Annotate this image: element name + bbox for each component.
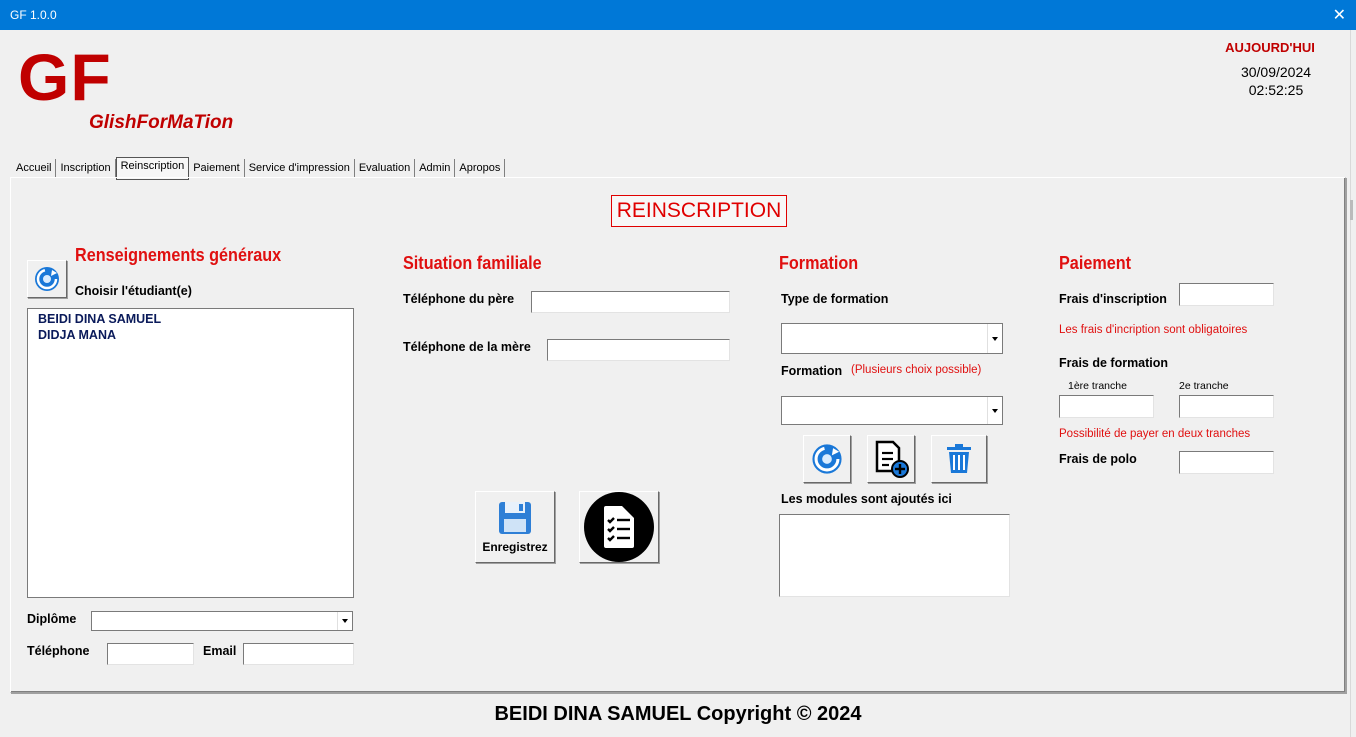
polo-fee-field[interactable] — [1179, 451, 1274, 474]
title-bar: GF 1.0.0 ✕ — [0, 0, 1356, 30]
app-slogan: GlishForMaTion — [89, 112, 234, 133]
formation-select[interactable] — [781, 396, 1003, 425]
save-label: Enregistrez — [482, 540, 548, 554]
add-module-button[interactable] — [867, 435, 915, 483]
training-type-label: Type de formation — [781, 292, 889, 306]
tranche2-field[interactable] — [1179, 395, 1274, 418]
registration-fee-label: Frais d'inscription — [1059, 292, 1167, 306]
app-logo: GF — [18, 40, 112, 114]
tab-accueil[interactable]: Accueil — [12, 159, 57, 178]
current-time: 02:52:25 — [1248, 82, 1304, 98]
scrollbar-thumb[interactable] — [1350, 200, 1353, 220]
modules-label: Les modules sont ajoutés ici — [781, 492, 952, 506]
phone-label: Téléphone — [27, 644, 90, 658]
modules-textarea[interactable] — [779, 514, 1010, 597]
window-title: GF 1.0.0 — [10, 8, 57, 22]
mother-phone-field[interactable] — [547, 339, 730, 361]
tranche2-label: 2e tranche — [1179, 380, 1229, 392]
list-item[interactable]: BEIDI DINA SAMUEL — [38, 311, 343, 327]
payment-heading: Paiement — [1059, 253, 1132, 273]
tab-service-impression[interactable]: Service d'impression — [245, 159, 355, 178]
training-type-value — [782, 331, 785, 345]
refresh-icon — [35, 267, 59, 291]
current-date: 30/09/2024 — [1240, 64, 1312, 80]
today-label: AUJOURD'HUI — [1225, 40, 1315, 55]
training-heading: Formation — [779, 253, 859, 273]
tranche-note: Possibilité de payer en deux tranches — [1059, 428, 1251, 440]
tab-paiement[interactable]: Paiement — [189, 159, 245, 178]
tab-evaluation[interactable]: Evaluation — [355, 159, 416, 178]
chevron-down-icon[interactable] — [337, 612, 352, 630]
refresh-students-button[interactable] — [27, 260, 67, 298]
choose-student-label: Choisir l'étudiant(e) — [75, 284, 192, 298]
refresh-icon — [812, 444, 842, 474]
father-phone-field[interactable] — [531, 291, 730, 313]
email-field[interactable] — [243, 643, 354, 665]
family-heading: Situation familiale — [403, 253, 542, 273]
father-phone-label: Téléphone du père — [403, 292, 515, 306]
close-icon[interactable]: ✕ — [1333, 5, 1346, 25]
floppy-disk-icon — [499, 502, 531, 534]
list-item[interactable]: DIDJA MANA — [38, 327, 343, 343]
formation-value — [782, 403, 785, 417]
tranche1-label: 1ère tranche — [1068, 380, 1127, 392]
polo-fee-label: Frais de polo — [1059, 452, 1137, 466]
trash-icon — [947, 444, 971, 473]
formation-label: Formation — [781, 364, 843, 378]
checklist-icon — [584, 492, 654, 562]
registration-fee-note: Les frais d'incription sont obligatoires — [1059, 324, 1248, 336]
chevron-down-icon[interactable] — [987, 324, 1002, 353]
chevron-down-icon[interactable] — [987, 397, 1002, 424]
training-fee-label: Frais de formation — [1059, 356, 1169, 370]
tab-admin[interactable]: Admin — [415, 159, 456, 178]
save-button[interactable]: Enregistrez — [475, 491, 555, 563]
formation-hint: (Plusieurs choix possible) — [851, 364, 982, 376]
delete-module-button[interactable] — [931, 435, 987, 483]
tab-apropos[interactable]: Apropos — [455, 159, 506, 178]
refresh-modules-button[interactable] — [803, 435, 851, 483]
students-listbox[interactable]: BEIDI DINA SAMUEL DIDJA MANA — [27, 308, 354, 598]
copyright-footer: BEIDI DINA SAMUEL Copyright © 2024 — [494, 703, 862, 725]
phone-field[interactable] — [107, 643, 194, 665]
page-title: REINSCRIPTION — [611, 195, 787, 227]
add-document-icon — [875, 440, 909, 478]
general-heading: Renseignements généraux — [75, 245, 282, 265]
window-right-edge — [1350, 30, 1356, 737]
tab-bar: Accueil Inscription Reinscription Paieme… — [12, 157, 506, 180]
diploma-select[interactable] — [91, 611, 353, 631]
mother-phone-label: Téléphone de la mère — [403, 340, 531, 354]
diploma-value — [92, 614, 95, 628]
tranche1-field[interactable] — [1059, 395, 1154, 418]
registration-fee-field[interactable] — [1179, 283, 1274, 306]
diploma-label: Diplôme — [27, 612, 77, 626]
email-label: Email — [203, 644, 237, 658]
training-type-select[interactable] — [781, 323, 1003, 354]
tab-inscription[interactable]: Inscription — [56, 159, 116, 178]
list-report-button[interactable] — [579, 491, 659, 563]
